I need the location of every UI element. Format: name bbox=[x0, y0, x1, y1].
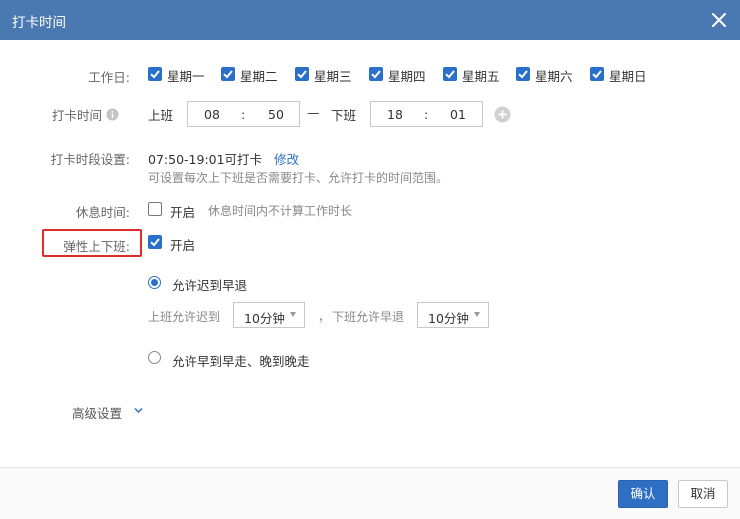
day-label: 星期五 bbox=[462, 69, 500, 84]
checkbox-checked-icon[interactable] bbox=[295, 67, 309, 81]
close-icon[interactable] bbox=[708, 9, 730, 31]
day-checkbox-sat[interactable]: 星期六 bbox=[516, 66, 576, 84]
time-colon: : bbox=[241, 107, 246, 122]
dialog-title: 打卡时间 bbox=[12, 15, 66, 31]
early-allowance-value: 10分钟 bbox=[428, 311, 469, 326]
option-flexible-hours: 允许早到早走、晚到晚走 bbox=[172, 354, 310, 369]
period-hint: 可设置每次上下班是否需要打卡、允许打卡的时间范围。 bbox=[148, 171, 449, 185]
off-duty-hour[interactable]: 18 bbox=[387, 107, 403, 122]
chevron-down-icon[interactable] bbox=[133, 405, 144, 416]
comma-separator: ， bbox=[318, 310, 331, 324]
radio-allow-late-early[interactable] bbox=[148, 276, 161, 289]
flex-label: 弹性上下班: bbox=[63, 239, 130, 254]
off-duty-label: 下班 bbox=[331, 108, 357, 123]
option-allow-late-early: 允许迟到早退 bbox=[172, 278, 248, 293]
on-duty-time-input[interactable]: 08 : 50 bbox=[187, 101, 300, 127]
checkbox-checked-icon[interactable] bbox=[590, 67, 604, 81]
radio-flexible-hours[interactable] bbox=[148, 351, 161, 364]
day-checkbox-tue[interactable]: 星期二 bbox=[221, 66, 281, 84]
day-checkbox-fri[interactable]: 星期五 bbox=[443, 66, 503, 84]
checkbox-checked-icon[interactable] bbox=[516, 67, 530, 81]
day-checkbox-sun[interactable]: 星期日 bbox=[590, 66, 650, 84]
dialog-footer: 确认 取消 bbox=[0, 467, 740, 519]
early-allowance-select[interactable]: 10分钟 bbox=[417, 302, 489, 328]
rest-label: 休息时间: bbox=[75, 205, 130, 220]
flex-checkbox-label: 开启 bbox=[170, 238, 196, 253]
cancel-button[interactable]: 取消 bbox=[678, 480, 728, 508]
on-duty-hour[interactable]: 08 bbox=[204, 107, 220, 122]
time-colon: : bbox=[424, 107, 429, 122]
add-icon[interactable] bbox=[494, 106, 511, 123]
rest-checkbox-label: 开启 bbox=[170, 205, 196, 220]
day-label: 星期三 bbox=[314, 69, 352, 84]
late-allowance-label: 上班允许迟到 bbox=[148, 310, 221, 324]
period-value: 07:50-19:01可打卡 bbox=[148, 152, 263, 167]
day-checkbox-wed[interactable]: 星期三 bbox=[295, 66, 355, 84]
day-checkbox-mon[interactable]: 星期一 bbox=[148, 66, 208, 84]
chevron-down-icon bbox=[474, 312, 480, 317]
off-duty-minute[interactable]: 01 bbox=[450, 107, 466, 122]
checkbox-checked-icon[interactable] bbox=[221, 67, 235, 81]
chevron-down-icon bbox=[290, 312, 296, 317]
advanced-settings-toggle[interactable]: 高级设置 bbox=[72, 403, 122, 422]
day-label: 星期日 bbox=[609, 69, 647, 84]
day-label: 星期二 bbox=[240, 69, 278, 84]
early-allowance-label: 下班允许早退 bbox=[332, 310, 405, 324]
on-duty-minute[interactable]: 50 bbox=[268, 107, 284, 122]
checkbox-checked-icon[interactable] bbox=[148, 67, 162, 81]
on-duty-label: 上班 bbox=[148, 108, 174, 123]
workdays-label: 工作日: bbox=[88, 70, 130, 85]
dialog-titlebar: 打卡时间 bbox=[0, 0, 740, 40]
checkbox-checked-icon[interactable] bbox=[443, 67, 457, 81]
edit-period-link[interactable]: 修改 bbox=[274, 149, 299, 168]
off-duty-time-input[interactable]: 18 : 01 bbox=[370, 101, 483, 127]
rest-checkbox[interactable] bbox=[148, 202, 162, 216]
checkbox-checked-icon[interactable] bbox=[369, 67, 383, 81]
rest-hint: 休息时间内不计算工作时长 bbox=[208, 204, 353, 218]
flex-checkbox[interactable] bbox=[148, 235, 162, 249]
late-allowance-select[interactable]: 10分钟 bbox=[233, 302, 305, 328]
day-label: 星期一 bbox=[167, 69, 205, 84]
confirm-button[interactable]: 确认 bbox=[618, 480, 668, 508]
time-range-dash: — bbox=[307, 105, 320, 120]
info-icon[interactable] bbox=[106, 108, 119, 121]
late-allowance-value: 10分钟 bbox=[244, 311, 285, 326]
day-label: 星期四 bbox=[388, 69, 426, 84]
day-label: 星期六 bbox=[535, 69, 573, 84]
clock-time-label: 打卡时间 bbox=[51, 108, 102, 123]
period-label: 打卡时段设置: bbox=[50, 152, 130, 167]
day-checkbox-thu[interactable]: 星期四 bbox=[369, 66, 429, 84]
